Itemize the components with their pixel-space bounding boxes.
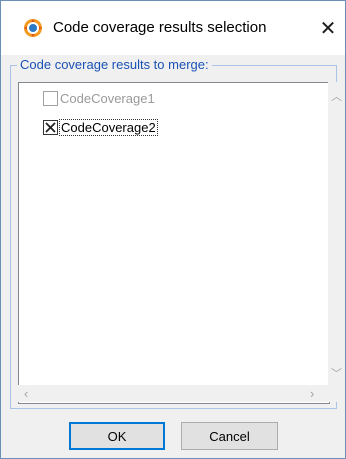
vertical-scrollbar[interactable]: ︿ ﹀	[328, 82, 345, 385]
checkbox-codecoverage1[interactable]	[43, 90, 58, 106]
app-logo-icon	[23, 18, 43, 38]
dialog-window: Code coverage results selection ✕ Code c…	[0, 0, 346, 459]
scroll-right-icon[interactable]: ›	[310, 386, 314, 401]
cancel-button[interactable]: Cancel	[181, 422, 278, 450]
horizontal-scrollbar[interactable]: ‹ ›	[18, 385, 345, 402]
close-icon: ✕	[319, 17, 337, 40]
dialog-title: Code coverage results selection	[53, 19, 267, 36]
close-button[interactable]: ✕	[313, 11, 343, 45]
list-item-label: CodeCoverage2	[59, 118, 158, 136]
list-item-codecoverage1[interactable]: CodeCoverage1	[43, 88, 155, 108]
checkmark-x-icon	[45, 121, 56, 133]
group-label: Code coverage results to merge:	[17, 57, 212, 72]
results-list[interactable]: CodeCoverage1 CodeCoverage2	[18, 82, 330, 404]
list-item-label: CodeCoverage1	[60, 90, 155, 106]
scroll-up-icon[interactable]: ︿	[331, 88, 342, 104]
title-bar[interactable]: Code coverage results selection ✕	[1, 1, 345, 55]
scroll-down-icon[interactable]: ﹀	[331, 365, 342, 381]
ok-button[interactable]: OK	[69, 422, 165, 450]
checkbox-codecoverage2[interactable]	[43, 119, 58, 135]
scroll-left-icon[interactable]: ‹	[24, 386, 28, 401]
list-item-codecoverage2[interactable]: CodeCoverage2	[43, 117, 158, 137]
